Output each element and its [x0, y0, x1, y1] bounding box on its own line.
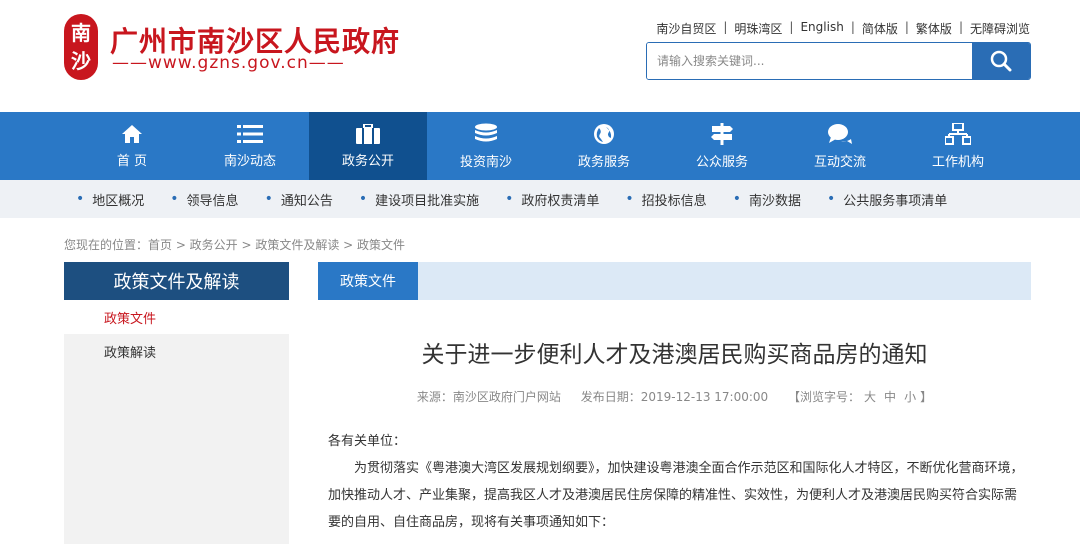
subnav-item-notices[interactable]: • 通知公告 — [265, 190, 333, 209]
nav-item-nansha-news[interactable]: 南沙动态 — [191, 112, 309, 180]
nav-item-label: 投资南沙 — [459, 154, 512, 170]
nav-item-gov-services[interactable]: 政务服务 — [545, 112, 663, 180]
subnav-label: 政府权责清单 — [521, 193, 600, 209]
article-title: 关于进一步便利人才及港澳居民购买商品房的通知 — [421, 342, 928, 368]
top-link-separator: | — [850, 20, 855, 34]
article-date: 发布日期：2019-12-13 17:00:00 — [580, 390, 769, 404]
subnav-label: 南沙数据 — [748, 193, 801, 209]
bullet-icon: • — [358, 191, 368, 207]
font-size-prefix: 【浏览字号： — [788, 390, 861, 404]
search-input[interactable] — [647, 43, 972, 79]
font-size-small-button[interactable]: 小 — [904, 390, 916, 404]
top-link-separator: | — [958, 20, 963, 34]
signpost-icon — [711, 122, 733, 145]
subnav-label: 公共服务事项清单 — [843, 193, 948, 209]
list-icon — [237, 124, 263, 143]
nav-item-label: 首 页 — [116, 153, 148, 169]
subnav-item-construction[interactable]: • 建设项目批准实施 — [359, 190, 479, 209]
subnav-label: 通知公告 — [280, 193, 333, 209]
coins-icon — [475, 123, 497, 141]
nav-item-label: 政务公开 — [341, 153, 394, 169]
top-link-separator: | — [904, 20, 909, 34]
subnav-item-data[interactable]: • 南沙数据 — [733, 190, 801, 209]
subnav-label: 地区概况 — [92, 193, 145, 209]
bullet-icon: • — [732, 191, 741, 207]
bullet-icon: • — [76, 191, 85, 207]
logo-emblem[interactable]: 南 沙 — [64, 14, 98, 80]
bullet-icon: • — [826, 191, 836, 207]
nav-item-label: 公众服务 — [695, 154, 748, 170]
chat-icon — [828, 123, 852, 144]
subnav-label: 建设项目批准实施 — [375, 193, 480, 209]
nav-item-public-services[interactable]: 公众服务 — [663, 112, 781, 180]
site-url: ——www.gzns.gov.cn—— — [112, 53, 345, 73]
nav-item-label: 互动交流 — [813, 154, 866, 170]
subnav-item-bidding[interactable]: • 招投标信息 — [625, 190, 706, 209]
logo-glyph-1: 南 — [71, 21, 91, 45]
home-icon — [122, 124, 142, 143]
bullet-icon: • — [170, 191, 179, 207]
font-size-medium-button[interactable]: 中 — [884, 390, 896, 404]
top-link-mingzhu-bay[interactable]: 明珠湾区 — [734, 20, 782, 37]
article-source: 来源：南沙区政府门户网站 — [416, 390, 561, 404]
bullet-icon: • — [625, 191, 634, 207]
font-size-controls: 【浏览字号：大中小】 — [788, 390, 932, 404]
top-link-separator: | — [723, 20, 728, 34]
sub-nav: • 地区概况 • 领导信息 • 通知公告 • 建设项目批准实施 • 政府权责清单 • 招投标… — [0, 180, 1080, 218]
nav-item-label: 南沙动态 — [223, 153, 276, 169]
top-link-separator: | — [789, 20, 794, 34]
top-link-accessibility[interactable]: 无障碍浏览 — [970, 20, 1030, 37]
subnav-item-public-service-list[interactable]: • 公共服务事项清单 — [827, 190, 947, 209]
briefcase-icon — [356, 123, 380, 144]
article-salutation: 各有关单位： — [328, 434, 407, 449]
subnav-item-leaders[interactable]: • 领导信息 — [170, 190, 238, 209]
article-body: 各有关单位： 为贯彻落实《粤港澳大湾区发展规划纲要》，加快建设粤港澳全面合作示范… — [328, 428, 1028, 536]
bullet-icon: • — [505, 191, 514, 207]
nav-item-label: 政务服务 — [577, 154, 630, 170]
logo-glyph-2: 沙 — [71, 49, 91, 73]
sidebar-title: 政策文件及解读 — [64, 262, 289, 300]
nav-item-organizations[interactable]: 工作机构 — [899, 112, 1017, 180]
font-size-suffix: 】 — [920, 390, 933, 404]
top-link-traditional[interactable]: 繁体版 — [916, 20, 952, 37]
font-size-large-button[interactable]: 大 — [864, 390, 876, 404]
sidebar-item-policy-interpretation[interactable]: 政策解读 — [64, 334, 289, 368]
top-link-english[interactable]: English — [800, 20, 843, 37]
globe-icon — [594, 123, 614, 144]
top-link-nansha-ftz[interactable]: 南沙自贸区 — [656, 20, 716, 37]
subnav-label: 招投标信息 — [641, 193, 707, 209]
nav-item-invest[interactable]: 投资南沙 — [427, 112, 545, 180]
article-meta: 来源：南沙区政府门户网站 发布日期：2019-12-13 17:00:00 【浏… — [318, 388, 1031, 405]
tab-policy-files[interactable]: 政策文件 — [318, 262, 418, 300]
subnav-label: 领导信息 — [186, 193, 239, 209]
top-link-simplified[interactable]: 简体版 — [862, 20, 898, 37]
content-tab-bar: 政策文件 — [318, 262, 1031, 300]
org-chart-icon — [945, 122, 971, 145]
nav-item-interaction[interactable]: 互动交流 — [781, 112, 899, 180]
subnav-item-region-overview[interactable]: • 地区概况 — [76, 190, 144, 209]
sidebar-list: 政策文件 政策解读 — [64, 300, 289, 544]
breadcrumb[interactable]: 您现在的位置：首页 > 政务公开 > 政策文件及解读 > 政策文件 — [64, 236, 405, 253]
top-links: 南沙自贸区 | 明珠湾区 | English | 简体版 | 繁体版 | 无障碍… — [656, 20, 1030, 37]
site-header: 南 沙 广州市南沙区人民政府 ——www.gzns.gov.cn—— 南沙自贸区… — [0, 0, 1080, 112]
main-nav: 首 页 南沙动态 政务公开 投资南沙 政务服务 公众服务 互动交流 工作机构 — [0, 112, 1080, 180]
nav-item-label: 工作机构 — [931, 154, 984, 170]
nav-item-home[interactable]: 首 页 — [73, 112, 191, 180]
search-box — [646, 42, 1031, 80]
search-button[interactable] — [972, 43, 1030, 79]
article-paragraph: 为贯彻落实《粤港澳大湾区发展规划纲要》，加快建设粤港澳全面合作示范区和国际化人才… — [328, 461, 1024, 530]
bullet-icon: • — [264, 191, 273, 207]
nav-item-gov-affairs[interactable]: 政务公开 — [309, 112, 427, 180]
sidebar-item-policy-files[interactable]: 政策文件 — [64, 300, 289, 334]
search-icon — [990, 50, 1012, 72]
subnav-item-responsibilities[interactable]: • 政府权责清单 — [505, 190, 599, 209]
